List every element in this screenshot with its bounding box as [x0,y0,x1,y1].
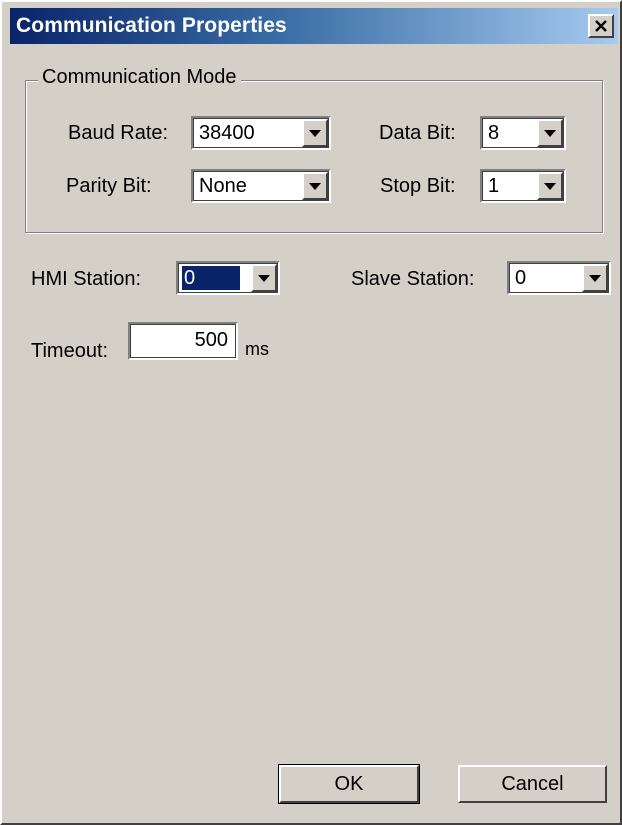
baud-rate-dropdown-button[interactable] [302,119,328,147]
communication-properties-dialog: Communication Properties Communication M… [0,0,622,825]
slave-station-label: Slave Station: [351,268,475,290]
data-bit-select[interactable]: 8 [480,116,566,150]
data-bit-label: Data Bit: [379,122,456,144]
hmi-station-select[interactable]: 0 [176,261,280,295]
slave-station-select[interactable]: 0 [507,261,611,295]
chevron-down-icon [309,182,321,190]
title-bar[interactable]: Communication Properties [10,8,618,44]
close-button[interactable] [588,14,614,38]
chevron-down-icon [544,182,556,190]
chevron-down-icon [589,274,601,282]
stop-bit-value: 1 [488,175,500,197]
baud-rate-label: Baud Rate: [68,122,169,144]
baud-rate-value: 38400 [199,122,255,144]
stop-bit-select[interactable]: 1 [480,169,566,203]
parity-bit-dropdown-button[interactable] [302,172,328,200]
hmi-station-label: HMI Station: [31,268,142,290]
stop-bit-label: Stop Bit: [380,175,456,197]
slave-station-dropdown-button[interactable] [582,264,608,292]
cancel-button[interactable]: Cancel [458,765,607,803]
communication-mode-legend: Communication Mode [38,66,241,89]
chevron-down-icon [258,274,270,282]
chevron-down-icon [544,129,556,137]
communication-mode-group [25,80,603,233]
close-icon [595,19,607,32]
window-title: Communication Properties [16,14,287,37]
hmi-station-dropdown-button[interactable] [251,264,277,292]
parity-bit-select[interactable]: None [191,169,331,203]
timeout-input[interactable]: 500 [128,322,238,360]
data-bit-dropdown-button[interactable] [537,119,563,147]
data-bit-value: 8 [488,122,500,144]
timeout-unit: ms [245,339,269,359]
ok-button[interactable]: OK [278,764,420,804]
slave-station-value: 0 [515,267,527,289]
hmi-station-value: 0 [182,266,240,290]
timeout-value: 500 [194,329,228,351]
chevron-down-icon [309,129,321,137]
stop-bit-dropdown-button[interactable] [537,172,563,200]
parity-bit-label: Parity Bit: [66,175,152,197]
parity-bit-value: None [199,175,247,197]
timeout-label: Timeout: [31,340,109,362]
baud-rate-select[interactable]: 38400 [191,116,331,150]
